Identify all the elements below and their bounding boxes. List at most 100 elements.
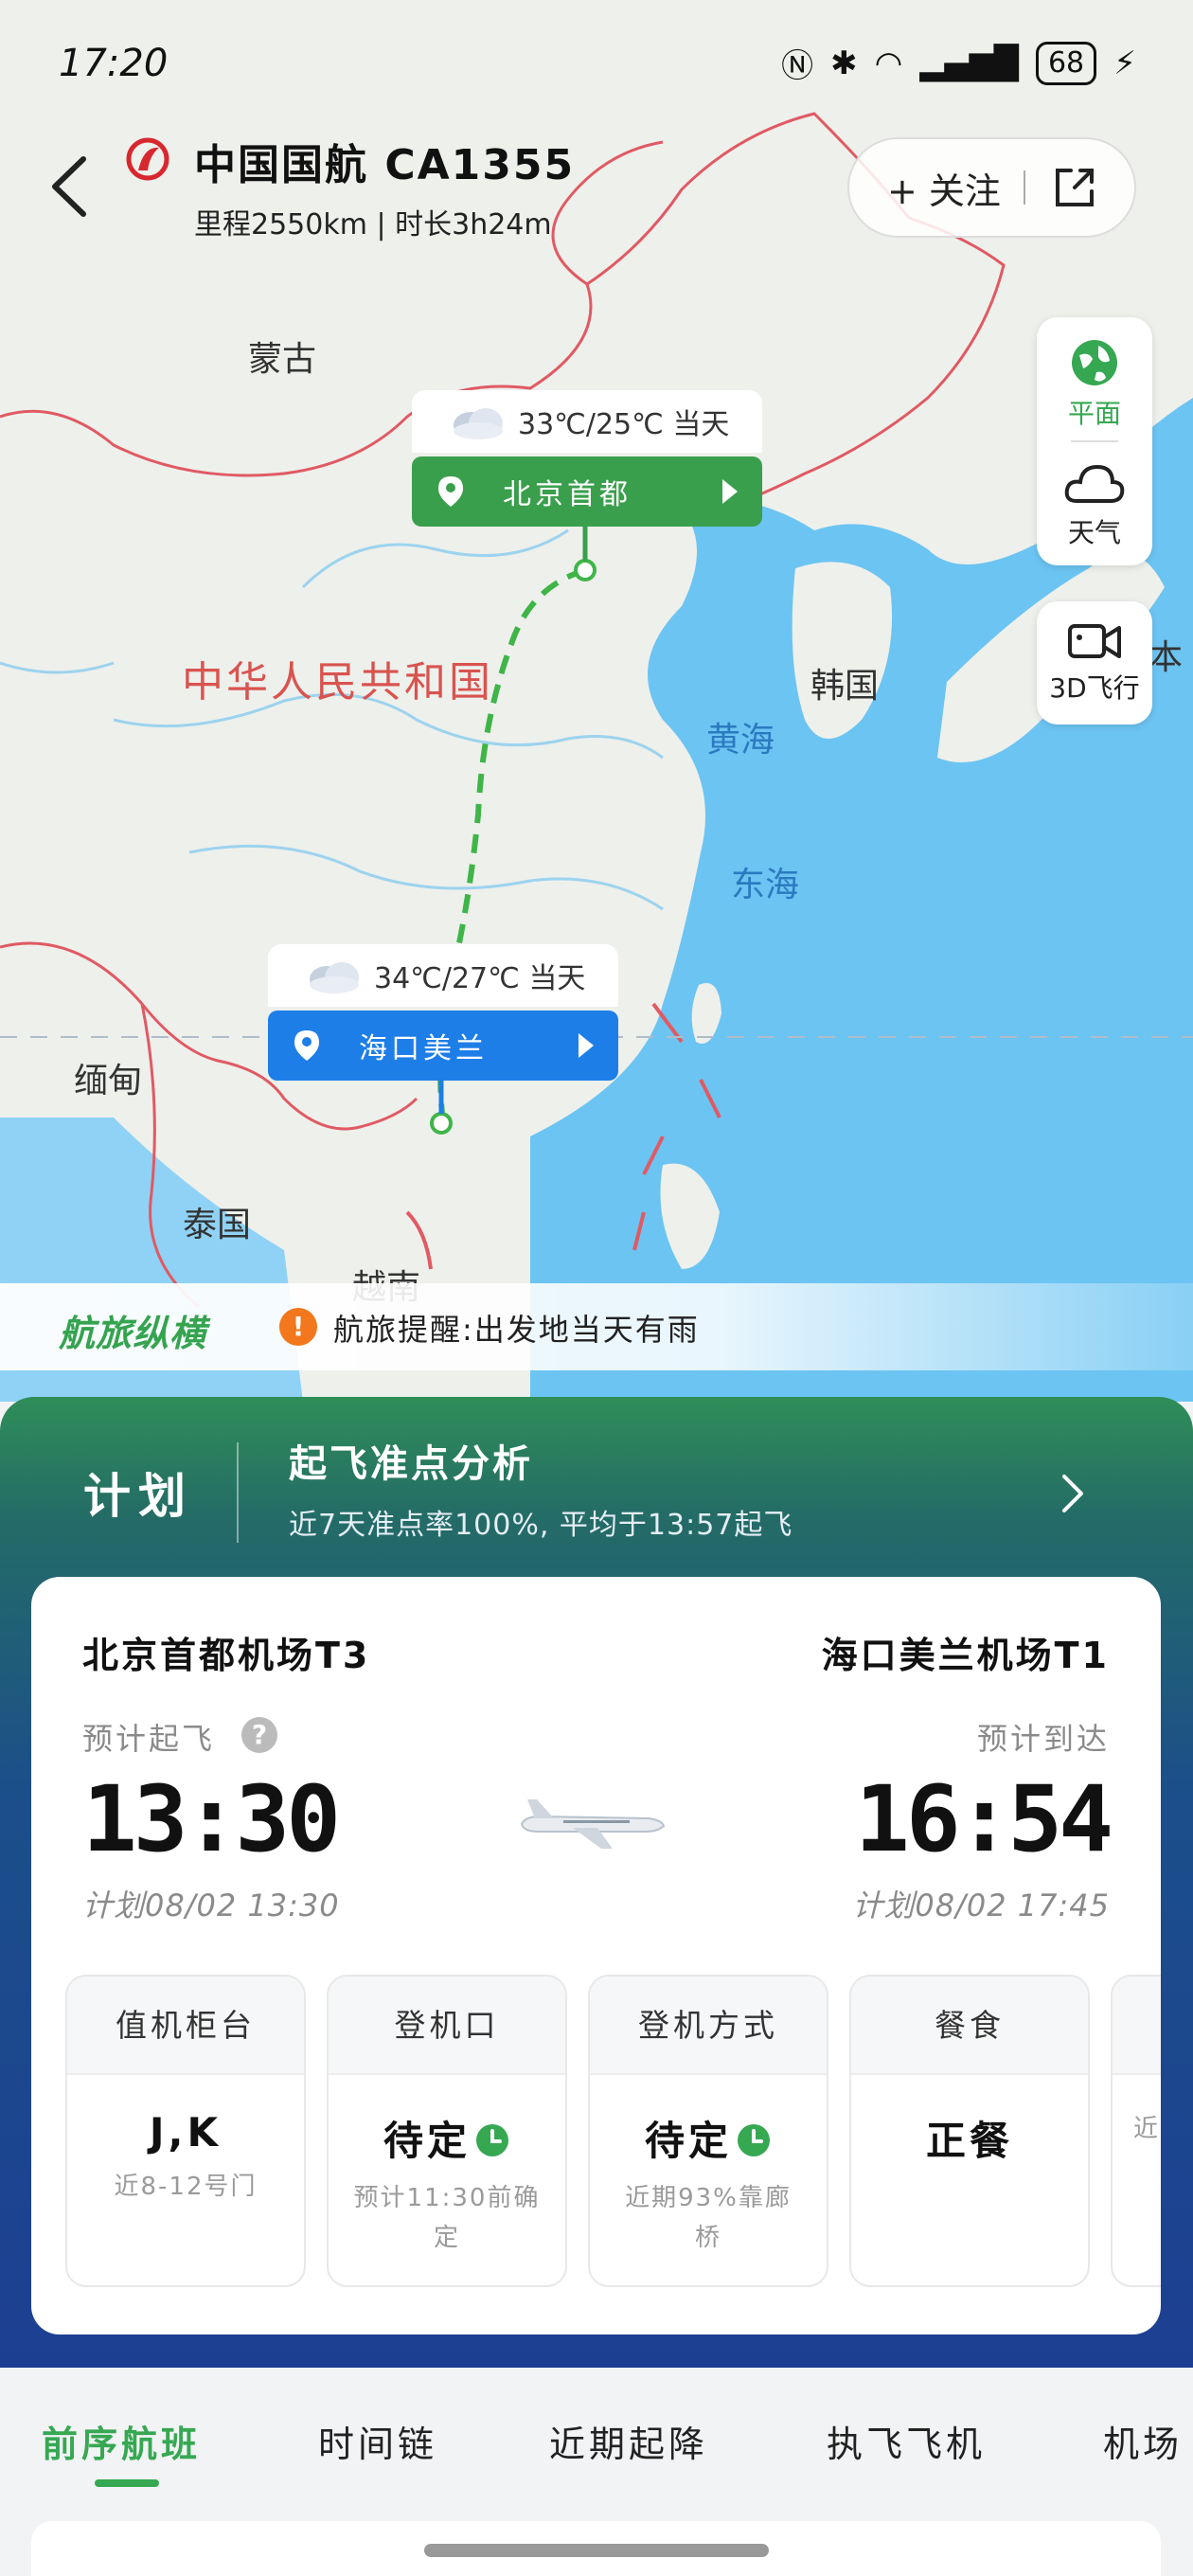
map-label-thailand: 泰国	[183, 1206, 252, 1244]
active-tab-underline	[95, 2479, 159, 2487]
weather-mode-button[interactable]: 天气	[1037, 459, 1152, 550]
cloud-weather-icon	[454, 408, 503, 439]
tab-time-chain[interactable]: 时间链	[318, 2415, 437, 2467]
meal-tile[interactable]: 餐食 正餐	[849, 1975, 1090, 2287]
signal-icon: ▂▄▆█	[919, 44, 1019, 82]
plan-divider	[237, 1442, 239, 1543]
plan-section: 计划 起飞准点分析 近7天准点率100%, 平均于13:57起飞 北京首都机场T…	[0, 1397, 1193, 2368]
flight-time-card: 北京首都机场T3 海口美兰机场T1 预计起飞 ? 预计到达 13:30 16:5…	[31, 1577, 1161, 2334]
map-mode-panel: 平面 天气	[1037, 317, 1152, 565]
tile-value: 正餐	[851, 2109, 1088, 2167]
flight-3d-label: 3D飞行	[1049, 672, 1140, 704]
tab-aircraft[interactable]: 执飞飞机	[827, 2415, 986, 2467]
flight-map[interactable]: 蒙古 中华人民共和国 韩国 黄海 东海 缅甸 泰国 越南 本 17:20 Ⓝ ✱…	[0, 0, 1193, 1402]
location-pin-icon	[438, 476, 463, 507]
boarding-gate-tile[interactable]: 登机口 待定 预计11:30前确定	[327, 1975, 567, 2287]
arrival-time: 16:54	[855, 1766, 1113, 1872]
warning-icon: !	[279, 1308, 317, 1346]
tile-head	[1113, 1977, 1161, 2075]
bottom-tab-bar: 前序航班 时间链 近期起降 执飞飞机 机场	[0, 2368, 1193, 2496]
nfc-icon: Ⓝ	[781, 47, 814, 85]
map-label-china: 中华人民共和国	[182, 658, 493, 707]
clock-icon	[476, 2123, 508, 2156]
arrival-airport-terminal[interactable]: 海口美兰机场T1	[822, 1626, 1110, 1678]
arrival-scheduled: 计划08/02 17:45	[852, 1887, 1110, 1923]
tab-airport[interactable]: 机场	[1103, 2415, 1183, 2467]
arrival-estimate-label: 预计到达	[976, 1721, 1110, 1757]
tile-value-text: 待定	[644, 2118, 732, 2164]
departure-airport-terminal[interactable]: 北京首都机场T3	[82, 1626, 370, 1678]
travel-tip-text: 航旅提醒:出发地当天有雨	[333, 1312, 700, 1348]
travel-tip-bar[interactable]: 航旅纵横 ! 航旅提醒:出发地当天有雨	[0, 1283, 1193, 1370]
map-label-myanmar: 缅甸	[74, 1062, 143, 1100]
partial-tile[interactable]: 近	[1111, 1975, 1161, 2287]
tile-value: 待定	[329, 2109, 565, 2167]
battery-indicator: 68	[1035, 41, 1097, 85]
weather-mode-label: 天气	[1067, 517, 1121, 548]
charging-icon: ⚡	[1113, 44, 1136, 82]
air-china-logo	[126, 137, 169, 181]
home-indicator[interactable]	[424, 2544, 769, 2557]
departure-airport-name: 北京首都	[503, 478, 632, 511]
tile-value: J,K	[67, 2109, 304, 2156]
tile-note: 近8-12号门	[114, 2173, 258, 2201]
tile-value-text: J,K	[149, 2109, 223, 2156]
departure-airport-marker[interactable]: 北京首都	[412, 456, 762, 527]
departure-weather-tag: 33℃/25℃ 当天	[412, 390, 762, 453]
departure-estimate-label: 预计起飞	[82, 1721, 216, 1757]
arrival-weather-tag: 34℃/27℃ 当天	[268, 944, 618, 1007]
info-tiles: 值机柜台 J,K 近8-12号门 登机口 待定 预计11:30前确定 登机方式 …	[65, 1975, 1161, 2287]
flat-mode-button[interactable]: 平面	[1037, 336, 1152, 431]
play-triangle-icon	[722, 479, 738, 504]
tile-value-text: 待定	[383, 2118, 471, 2164]
tile-note: 近	[1133, 2115, 1161, 2143]
flight-3d-button[interactable]: 3D飞行	[1037, 601, 1152, 724]
map-label-mongolia: 蒙古	[248, 340, 317, 379]
help-icon[interactable]: ?	[241, 1717, 277, 1753]
map-label-yellow-sea: 黄海	[706, 721, 775, 760]
boarding-method-tile[interactable]: 登机方式 待定 近期93%靠廊桥	[588, 1975, 828, 2287]
tile-note: 预计11:30前确定	[353, 2184, 541, 2252]
share-icon[interactable]	[1050, 163, 1099, 212]
airplane-icon	[520, 1799, 666, 1849]
status-bar: 17:20 Ⓝ ✱ ◠ ▂▄▆█ 68 ⚡	[0, 38, 1193, 95]
status-icons: Ⓝ ✱ ◠ ▂▄▆█ 68 ⚡	[781, 40, 1136, 86]
cloud-icon	[1064, 464, 1125, 503]
tile-value-text: 正餐	[925, 2118, 1013, 2164]
departure-scheduled: 计划08/02 13:30	[82, 1887, 340, 1923]
flight-title: 中国国航 CA1355	[194, 141, 576, 189]
cloud-weather-icon	[310, 962, 359, 993]
tile-note: 近期93%靠廊桥	[625, 2184, 792, 2252]
travel-tip-brand: 航旅纵横	[59, 1313, 207, 1354]
chevron-right-icon[interactable]	[1059, 1473, 1087, 1514]
follow-button[interactable]: + 关注	[887, 162, 1001, 214]
globe-icon	[1072, 340, 1117, 385]
map-label-korea: 韩国	[810, 667, 880, 706]
tile-head: 登机口	[329, 1977, 565, 2075]
tab-previous-flight[interactable]: 前序航班	[42, 2415, 201, 2467]
video-camera-icon	[1068, 624, 1121, 658]
bluetooth-icon: ✱	[830, 44, 858, 82]
departure-weather-text: 33℃/25℃ 当天	[518, 408, 730, 441]
map-label-east-sea: 东海	[731, 866, 800, 904]
follow-share-pill: + 关注	[847, 137, 1136, 238]
flight-meta: 里程2550km | 时长3h24m	[194, 208, 552, 242]
tab-recent-operations[interactable]: 近期起降	[549, 2415, 708, 2467]
clock-icon	[738, 2123, 770, 2156]
plan-label: 计划	[83, 1469, 193, 1524]
mode-separator	[1071, 440, 1118, 442]
map-label-japan-partial: 本	[1148, 638, 1184, 677]
tile-head: 值机柜台	[67, 1977, 304, 2075]
back-arrow-icon[interactable]	[45, 153, 93, 220]
play-triangle-icon	[579, 1033, 594, 1058]
tile-value: 待定	[590, 2109, 827, 2167]
pill-divider	[1023, 170, 1025, 205]
ontime-analysis-summary: 近7天准点率100%, 平均于13:57起飞	[289, 1509, 793, 1542]
tile-head: 餐食	[851, 1977, 1088, 2075]
location-pin-icon	[294, 1030, 319, 1061]
ontime-analysis-title[interactable]: 起飞准点分析	[289, 1433, 533, 1488]
checkin-counter-tile[interactable]: 值机柜台 J,K 近8-12号门	[65, 1975, 306, 2287]
arrival-airport-marker[interactable]: 海口美兰	[268, 1011, 618, 1081]
arrival-airport-name: 海口美兰	[359, 1032, 488, 1065]
wifi-icon: ◠	[874, 44, 903, 82]
